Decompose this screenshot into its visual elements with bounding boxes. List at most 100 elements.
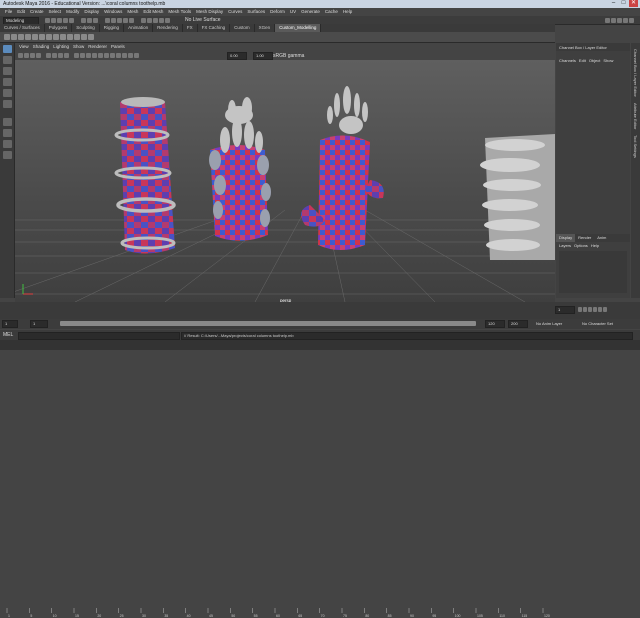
gamma-field[interactable]: 1.00: [253, 52, 273, 60]
channel-menu-object[interactable]: Object: [589, 57, 601, 65]
redo-icon[interactable]: [69, 17, 74, 23]
gate-mask-icon[interactable]: [64, 53, 69, 59]
menu-generate[interactable]: Generate: [301, 8, 320, 16]
select-component-icon[interactable]: [93, 17, 98, 23]
maximize-button[interactable]: □: [619, 0, 628, 7]
coral-column-1[interactable]: [114, 97, 176, 254]
new-scene-icon[interactable]: [45, 17, 50, 23]
layer-tab-render[interactable]: Render: [575, 234, 594, 242]
menu-mesh-tools[interactable]: Mesh Tools: [168, 8, 191, 16]
ipr-render-icon[interactable]: [153, 17, 158, 23]
shelf-tab-fx-caching[interactable]: FX Caching: [198, 24, 231, 32]
menu-modify[interactable]: Modify: [66, 8, 79, 16]
shelf-torus-icon[interactable]: [32, 34, 38, 40]
smooth-shade-icon[interactable]: [80, 53, 85, 59]
menu-cache[interactable]: Cache: [325, 8, 338, 16]
open-scene-icon[interactable]: [51, 17, 56, 23]
channel-menu-show[interactable]: Show: [603, 57, 613, 65]
isolate-select-icon[interactable]: [116, 53, 121, 59]
play-forward-icon[interactable]: [593, 307, 597, 313]
menu-deform[interactable]: Deform: [270, 8, 285, 16]
snap-plane-icon[interactable]: [123, 17, 128, 23]
step-forward-icon[interactable]: [598, 307, 602, 313]
go-to-start-icon[interactable]: [578, 307, 582, 313]
layer-menu-options[interactable]: Options: [574, 242, 588, 250]
modeling-toolkit-icon[interactable]: [605, 17, 610, 23]
snap-point-icon[interactable]: [117, 17, 122, 23]
go-to-end-icon[interactable]: [603, 307, 607, 313]
panel-menu-shading[interactable]: Shading: [33, 43, 50, 51]
shadows-icon[interactable]: [104, 53, 109, 59]
ambient-occlusion-icon[interactable]: [110, 53, 115, 59]
channel-menu-channels[interactable]: Channels: [559, 57, 576, 65]
playback-start-field[interactable]: 1: [30, 320, 48, 328]
tool-settings-icon[interactable]: [623, 17, 628, 23]
resolution-gate-icon[interactable]: [58, 53, 63, 59]
menu-uv[interactable]: UV: [290, 8, 296, 16]
shelf-mirror-icon[interactable]: [88, 34, 94, 40]
menu-edit[interactable]: Edit: [17, 8, 25, 16]
coral-column-3[interactable]: [301, 86, 384, 250]
shelf-smooth-icon[interactable]: [81, 34, 87, 40]
command-input[interactable]: [18, 331, 180, 340]
shelf-plane-icon[interactable]: [39, 34, 45, 40]
layer-menu-layers[interactable]: Layers: [559, 242, 571, 250]
snap-surface-icon[interactable]: [129, 17, 134, 23]
render-icon[interactable]: [147, 17, 152, 23]
outliner-icon[interactable]: [2, 151, 12, 159]
anim-layer-dropdown[interactable]: No Anim Layer: [536, 321, 562, 326]
shelf-cylinder-icon[interactable]: [18, 34, 24, 40]
panel-menu-renderer[interactable]: Renderer: [88, 43, 107, 51]
live-surface-label[interactable]: No Live Surface: [185, 17, 221, 23]
lock-camera-icon[interactable]: [24, 53, 29, 59]
exposure-field[interactable]: 0.00: [227, 52, 247, 60]
layer-tab-display[interactable]: Display: [556, 234, 576, 242]
scale-tool-icon[interactable]: [2, 100, 12, 108]
shelf-extrude-icon[interactable]: [46, 34, 52, 40]
shelf-tab-custom-modelling[interactable]: Custom_Modelling: [275, 24, 322, 32]
menu-mesh[interactable]: Mesh: [127, 8, 138, 16]
shelf-bridge-icon[interactable]: [60, 34, 66, 40]
menu-mesh-display[interactable]: Mesh Display: [196, 8, 223, 16]
human-ik-icon[interactable]: [611, 17, 616, 23]
script-language-toggle[interactable]: MEL: [3, 332, 13, 338]
playback-end-field[interactable]: 120: [485, 320, 505, 328]
shelf-tab-rendering[interactable]: Rendering: [153, 24, 183, 32]
shelf-tab-sculpting[interactable]: Sculpting: [72, 24, 100, 32]
paint-select-tool-icon[interactable]: [2, 67, 12, 75]
bookmark-icon[interactable]: [30, 53, 35, 59]
shelf-tab-rigging[interactable]: Rigging: [100, 24, 125, 32]
shelf-cube-icon[interactable]: [11, 34, 17, 40]
attribute-editor-icon[interactable]: [617, 17, 622, 23]
menu-create[interactable]: Create: [30, 8, 44, 16]
shelf-tab-polygons[interactable]: Polygons: [45, 24, 73, 32]
panel-menu-panels[interactable]: Panels: [111, 43, 125, 51]
render-settings-icon[interactable]: [159, 17, 164, 23]
close-button[interactable]: ✕: [629, 0, 638, 7]
menu-help[interactable]: Help: [343, 8, 352, 16]
shelf-tab-custom[interactable]: Custom: [230, 24, 255, 32]
menu-curves[interactable]: Curves: [228, 8, 242, 16]
select-tool-icon[interactable]: [2, 45, 12, 53]
select-hierarchy-icon[interactable]: [81, 17, 86, 23]
shelf-separate-icon[interactable]: [74, 34, 80, 40]
move-tool-icon[interactable]: [2, 78, 12, 86]
wireframe-on-shaded-icon[interactable]: [86, 53, 91, 59]
persp-outliner-icon[interactable]: [2, 140, 12, 148]
menu-edit-mesh[interactable]: Edit Mesh: [143, 8, 163, 16]
grid-icon[interactable]: [46, 53, 51, 59]
snap-curve-icon[interactable]: [111, 17, 116, 23]
menu-file[interactable]: File: [5, 8, 12, 16]
panel-menu-show[interactable]: Show: [73, 43, 84, 51]
coral-column-2[interactable]: [209, 97, 271, 241]
play-back-icon[interactable]: [588, 307, 592, 313]
shelf-tab-fx[interactable]: FX: [183, 24, 198, 32]
film-gate-icon[interactable]: [52, 53, 57, 59]
snap-grid-icon[interactable]: [105, 17, 110, 23]
shelf-bevel-icon[interactable]: [53, 34, 59, 40]
backface-culling-icon[interactable]: [134, 53, 139, 59]
shelf-cone-icon[interactable]: [25, 34, 31, 40]
shelf-tab-curves-surfaces[interactable]: Curves / Surfaces: [0, 24, 45, 32]
side-tab-channel-box-layer-editor[interactable]: Channel Box / Layer Editor: [633, 49, 638, 97]
step-back-icon[interactable]: [583, 307, 587, 313]
